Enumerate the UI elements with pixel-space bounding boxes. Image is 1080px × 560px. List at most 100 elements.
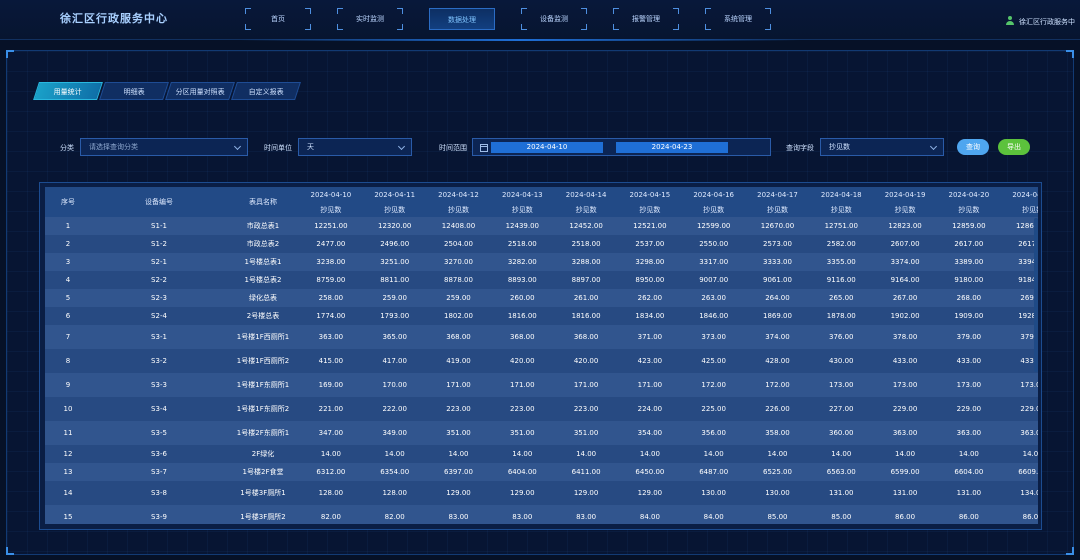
cell-reading: 86.00	[1000, 505, 1038, 524]
cell-reading: 6604.00	[936, 463, 1001, 481]
cell-reading: 258.00	[299, 289, 363, 307]
nav-device-monitor[interactable]: 设备监测	[521, 8, 587, 30]
cell-seq: 14	[45, 481, 91, 505]
cell-seq: 2	[45, 235, 91, 253]
table-row[interactable]: 9 S3-3 1号楼1F东厕所1 169.00 170.00 171.00 171.00 17…	[45, 373, 1038, 397]
table-row[interactable]: 4 S2-2 1号楼总表2 8759.00 8811.00 8878.00 8893.00 8…	[45, 271, 1038, 289]
range-start-date[interactable]: 2024-04-10	[491, 142, 603, 153]
cell-meter-name: 市政总表1	[227, 217, 299, 235]
cell-device-id: S3-5	[91, 421, 227, 445]
header-date: 2024-04-14	[554, 187, 618, 203]
cell-reading: 12452.00	[554, 217, 618, 235]
cell-reading: 9184.00	[1000, 271, 1038, 289]
header-seq: 序号	[45, 187, 91, 217]
cell-reading: 3238.00	[299, 253, 363, 271]
tab-detail-report[interactable]: 明细表	[99, 82, 169, 100]
table-scrollbar[interactable]	[1034, 218, 1038, 372]
cell-reading: 354.00	[617, 421, 682, 445]
nav-alarm-management[interactable]: 报警管理	[613, 8, 679, 30]
cell-reading: 2496.00	[362, 235, 427, 253]
cell-reading: 420.00	[554, 349, 618, 373]
table-row[interactable]: 8 S3-2 1号楼1F西厕所2 415.00 417.00 419.00 420.00 42…	[45, 349, 1038, 373]
cell-reading: 8897.00	[554, 271, 618, 289]
cell-reading: 9061.00	[745, 271, 810, 289]
cell-device-id: S2-1	[91, 253, 227, 271]
table-row[interactable]: 12 S3-6 2F绿化 14.00 14.00 14.00 14.00 14.00 14.00…	[45, 445, 1038, 463]
export-button[interactable]: 导出	[998, 139, 1030, 155]
cell-meter-name: 绿化总表	[227, 289, 299, 307]
table-row[interactable]: 10 S3-4 1号楼1F东厕所2 221.00 222.00 223.00 223.00 2…	[45, 397, 1038, 421]
header-date: 2024-04-20	[936, 187, 1001, 203]
category-select[interactable]: 请选择查询分类	[80, 138, 248, 156]
cell-reading: 130.00	[681, 481, 746, 505]
cell-device-id: S3-1	[91, 325, 227, 349]
cell-reading: 3298.00	[617, 253, 682, 271]
cell-reading: 6563.00	[809, 463, 874, 481]
query-field-select[interactable]: 抄见数	[820, 138, 944, 156]
tab-usage-statistics[interactable]: 用量统计	[33, 82, 103, 100]
cell-meter-name: 1号楼1F西厕所1	[227, 325, 299, 349]
nav-label: 实时监测	[356, 15, 384, 23]
cell-reading: 85.00	[809, 505, 874, 524]
cell-meter-name: 1号楼1F东厕所1	[227, 373, 299, 397]
cell-seq: 11	[45, 421, 91, 445]
cell-reading: 14.00	[681, 445, 746, 463]
cell-reading: 351.00	[426, 421, 491, 445]
cell-reading: 14.00	[554, 445, 618, 463]
cell-reading: 2617.00	[1000, 235, 1038, 253]
header-date: 2024-04-13	[490, 187, 555, 203]
cell-reading: 14.00	[873, 445, 937, 463]
cell-reading: 3355.00	[809, 253, 874, 271]
nav-home[interactable]: 首页	[245, 8, 311, 30]
table-row[interactable]: 6 S2-4 2号楼总表 1774.00 1793.00 1802.00 1816.00 18…	[45, 307, 1038, 325]
cell-reading: 169.00	[299, 373, 363, 397]
cell-reading: 2582.00	[809, 235, 874, 253]
cell-reading: 12320.00	[362, 217, 427, 235]
cell-meter-name: 1号楼2F食堂	[227, 463, 299, 481]
cell-reading: 222.00	[362, 397, 427, 421]
cell-reading: 349.00	[362, 421, 427, 445]
nav-system-management[interactable]: 系统管理	[705, 8, 771, 30]
tab-zone-usage-comparison[interactable]: 分区用量对照表	[165, 82, 235, 100]
cell-reading: 262.00	[617, 289, 682, 307]
cell-device-id: S3-6	[91, 445, 227, 463]
cell-reading: 173.00	[1000, 373, 1038, 397]
nav-label: 报警管理	[632, 15, 660, 23]
cell-reading: 368.00	[490, 325, 555, 349]
nav-data-processing[interactable]: 数据处理	[429, 8, 495, 30]
table-row[interactable]: 11 S3-5 1号楼2F东厕所1 347.00 349.00 351.00 351.00 3…	[45, 421, 1038, 445]
date-range-picker[interactable]: 2024-04-10 2024-04-23	[472, 138, 771, 156]
query-button[interactable]: 查询	[957, 139, 989, 155]
header-sub-reading: 抄见数	[490, 203, 555, 217]
user-name[interactable]: 徐汇区行政服务中	[1019, 17, 1075, 27]
table-row[interactable]: 3 S2-1 1号楼总表1 3238.00 3251.00 3270.00 3282.00 3…	[45, 253, 1038, 271]
range-end-date[interactable]: 2024-04-23	[616, 142, 728, 153]
cell-reading: 14.00	[809, 445, 874, 463]
table-row[interactable]: 5 S2-3 绿化总表 258.00 259.00 259.00 260.00 261.00 2…	[45, 289, 1038, 307]
cell-device-id: S2-4	[91, 307, 227, 325]
cell-reading: 425.00	[681, 349, 746, 373]
cell-reading: 12823.00	[873, 217, 937, 235]
table-row[interactable]: 7 S3-1 1号楼1F西厕所1 363.00 365.00 368.00 368.00 36…	[45, 325, 1038, 349]
table-row[interactable]: 13 S3-7 1号楼2F食堂 6312.00 6354.00 6397.00 6404.0…	[45, 463, 1038, 481]
cell-reading: 173.00	[809, 373, 874, 397]
table-row[interactable]: 15 S3-9 1号楼3F厕所2 82.00 82.00 83.00 83.00 83.00 8…	[45, 505, 1038, 524]
cell-reading: 2617.00	[936, 235, 1001, 253]
time-unit-select[interactable]: 天	[298, 138, 412, 156]
table-row[interactable]: 14 S3-8 1号楼3F厕所1 128.00 128.00 129.00 129.00 12…	[45, 481, 1038, 505]
tab-custom-report[interactable]: 自定义报表	[231, 82, 301, 100]
cell-reading: 368.00	[426, 325, 491, 349]
cell-reading: 172.00	[745, 373, 810, 397]
table-row[interactable]: 2 S1-2 市政总表2 2477.00 2496.00 2504.00 2518.00 25…	[45, 235, 1038, 253]
cell-reading: 373.00	[681, 325, 746, 349]
table-row[interactable]: 1 S1-1 市政总表1 12251.00 12320.00 12408.00 12439.…	[45, 217, 1038, 235]
nav-realtime-monitor[interactable]: 实时监测	[337, 8, 403, 30]
top-header: 徐汇区行政服务中心 首页 实时监测 数据处理 设备监测 报警管理 系统管理 徐汇…	[0, 0, 1080, 41]
data-table-container[interactable]: 序号 设备编号 表具名称 2024-04-10 2024-04-11 2024-04…	[45, 187, 1038, 524]
cell-reading: 363.00	[1000, 421, 1038, 445]
user-icon[interactable]	[1006, 16, 1014, 25]
cell-reading: 267.00	[873, 289, 937, 307]
cell-reading: 3251.00	[362, 253, 427, 271]
header-sub-reading: 抄见数	[1000, 203, 1038, 217]
cell-reading: 419.00	[426, 349, 491, 373]
